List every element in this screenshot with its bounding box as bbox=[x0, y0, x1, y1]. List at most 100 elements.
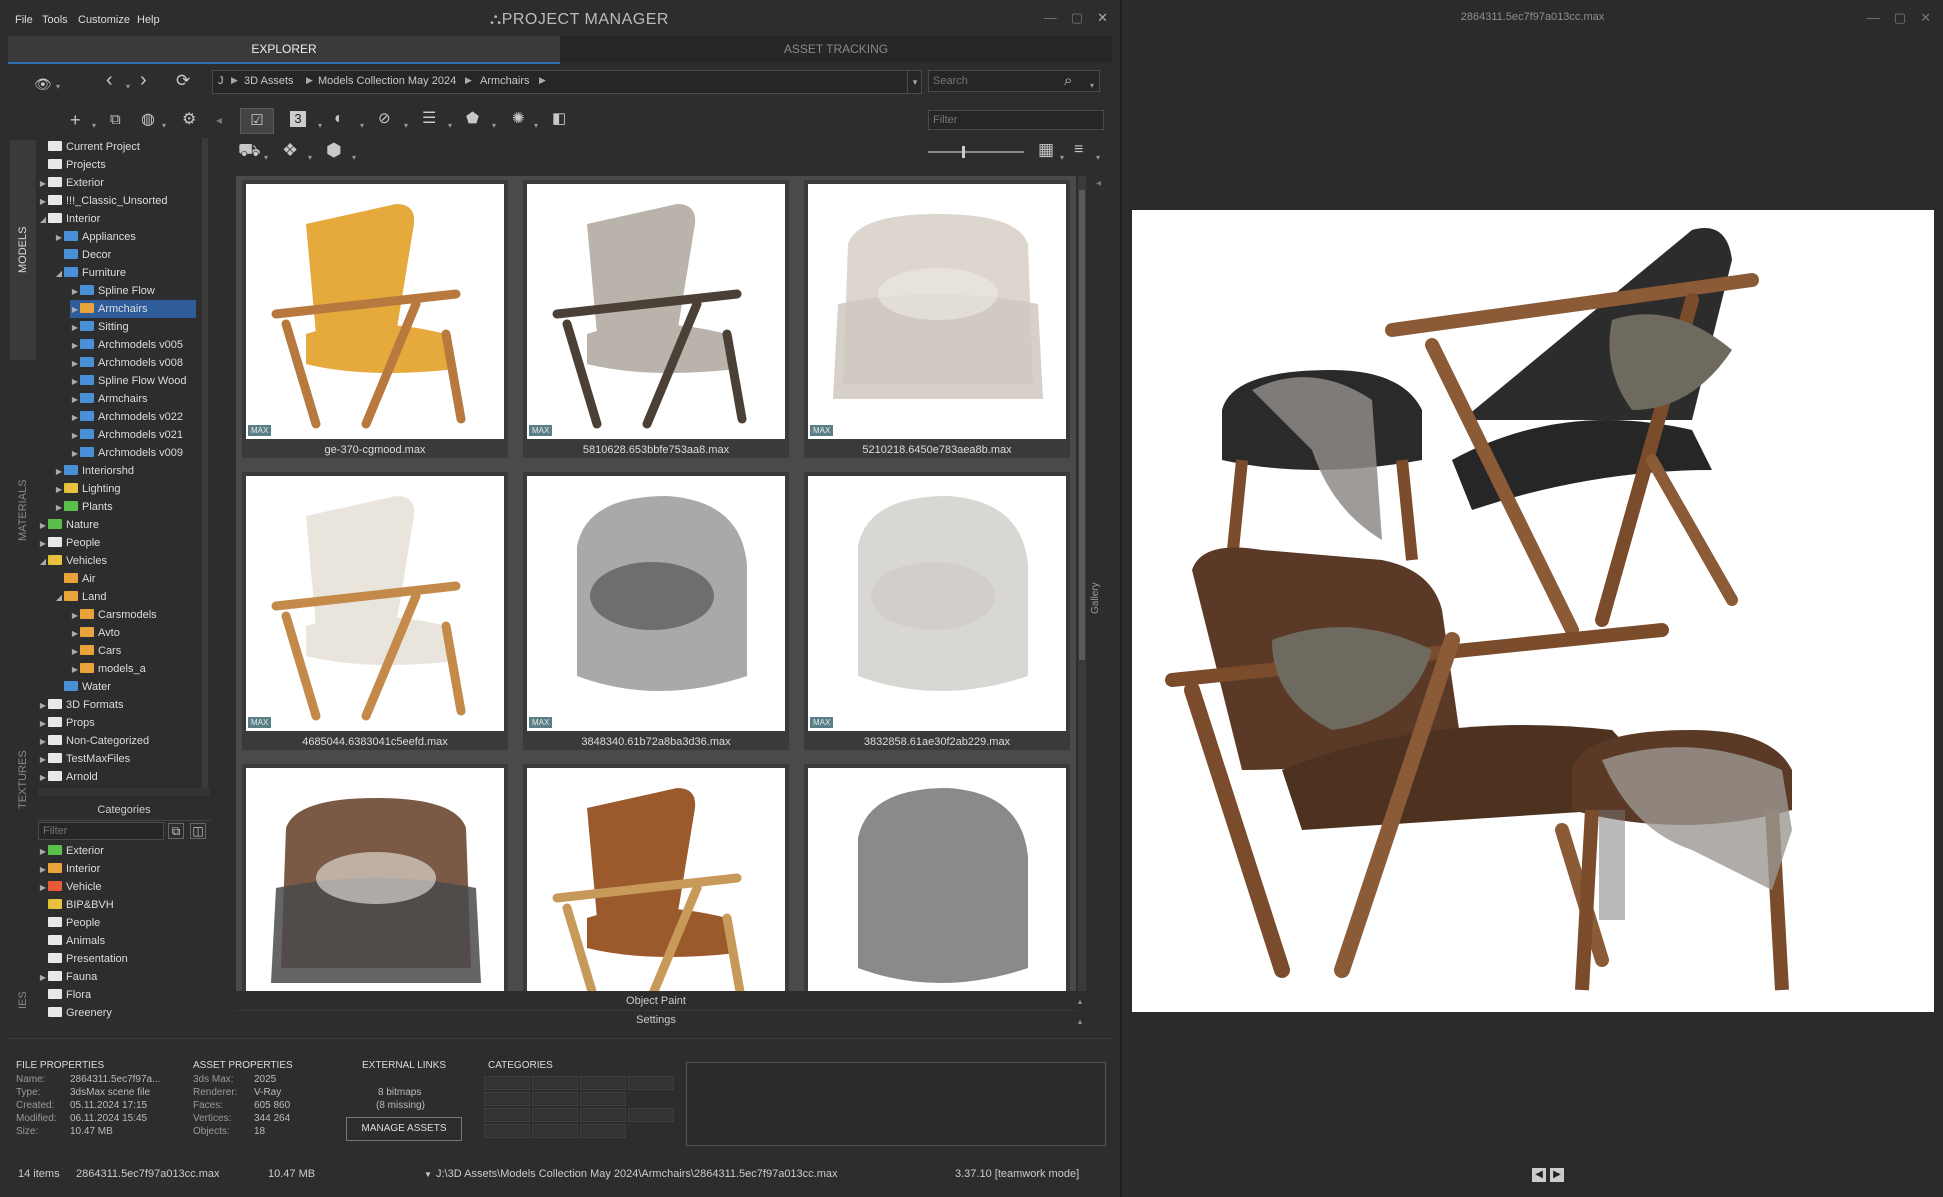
tree-item[interactable]: ▶ Carsmodels bbox=[70, 606, 157, 624]
category-item[interactable]: BIP&BVH bbox=[38, 896, 114, 914]
expand-arrow-icon[interactable]: ▶ bbox=[38, 175, 48, 193]
tree-item[interactable]: Current Project bbox=[38, 138, 140, 156]
categories-list[interactable]: ▶ Exterior ▶ Interior ▶ Vehicle BIP&BVH People A… bbox=[38, 842, 210, 1022]
chevron-up-icon[interactable]: ▴ bbox=[1078, 994, 1082, 1010]
expand-arrow-icon[interactable]: ▶ bbox=[38, 535, 48, 553]
asset-thumbnail[interactable] bbox=[808, 768, 1066, 991]
grid-scrollbar-thumb[interactable] bbox=[1079, 190, 1085, 660]
merge-icon[interactable]: ❖ bbox=[282, 141, 298, 159]
asset-card[interactable]: MAX 5810628.653bbfe753aa8.max bbox=[523, 180, 789, 458]
globe-icon[interactable]: ◍ bbox=[141, 112, 155, 128]
tree-item[interactable]: ▶ Avto bbox=[70, 624, 120, 642]
expand-arrow-icon[interactable]: ◢ bbox=[54, 265, 64, 283]
category-item[interactable]: Animals bbox=[38, 932, 105, 950]
chevron-down-icon[interactable]: ▾ bbox=[1060, 150, 1064, 166]
category-slot[interactable] bbox=[484, 1124, 530, 1138]
expand-arrow-icon[interactable]: ▶ bbox=[38, 969, 48, 987]
tree-item[interactable]: ▶ Archmodels v005 bbox=[70, 336, 183, 354]
tree-item[interactable]: Water bbox=[54, 678, 111, 696]
maximize-icon[interactable]: ▢ bbox=[1894, 10, 1906, 25]
tree-item[interactable]: ▶ Spline Flow Wood bbox=[70, 372, 186, 390]
tree-item[interactable]: Air bbox=[54, 570, 95, 588]
folder-tree[interactable]: Current Project Projects ▶ Exterior ▶ !!!_Cla… bbox=[38, 138, 210, 788]
expand-arrow-icon[interactable]: ▶ bbox=[70, 427, 80, 445]
category-slot[interactable] bbox=[484, 1108, 530, 1122]
asset-grid[interactable]: MAX ge-370-cgmood.max MAX 5810628.653bbfe75… bbox=[236, 176, 1076, 991]
frame-icon[interactable]: ◧ bbox=[552, 111, 566, 127]
asset-card[interactable]: MAX 5210218.6450e783aea8b.max bbox=[804, 180, 1070, 458]
expand-arrow-icon[interactable]: ▶ bbox=[54, 463, 64, 481]
expand-arrow-icon[interactable]: ▶ bbox=[70, 355, 80, 373]
asset-thumbnail[interactable] bbox=[808, 184, 1066, 439]
category-slot[interactable] bbox=[484, 1092, 530, 1106]
view-eye-icon[interactable]: 👁 bbox=[34, 76, 52, 92]
tree-item[interactable]: ▶ Interiorshd bbox=[54, 462, 134, 480]
category-item[interactable]: ▶ Exterior bbox=[38, 842, 104, 860]
list-view-icon[interactable]: ☰ bbox=[422, 111, 436, 127]
chevron-down-icon[interactable]: ▾ bbox=[360, 118, 364, 134]
tab-explorer[interactable]: EXPLORER bbox=[8, 36, 560, 64]
asset-card[interactable]: MAX ge-370-cgmood.max bbox=[242, 180, 508, 458]
new-window-icon[interactable]: ⧉ bbox=[110, 112, 121, 128]
chevron-down-icon[interactable]: ▼ bbox=[424, 1170, 432, 1179]
filter-input[interactable] bbox=[928, 110, 1104, 130]
tree-scrollbar[interactable] bbox=[202, 138, 208, 788]
chevron-down-icon[interactable]: ▾ bbox=[126, 79, 130, 95]
import-icon[interactable]: ⛟ bbox=[238, 141, 261, 159]
tree-item[interactable]: ▶ Armchairs bbox=[70, 390, 148, 408]
tree-item[interactable]: ▶ models_a bbox=[70, 660, 146, 678]
asset-card[interactable] bbox=[242, 764, 508, 991]
category-item[interactable]: ▶ Interior bbox=[38, 860, 100, 878]
category-item[interactable]: People bbox=[38, 914, 100, 932]
menu-file[interactable]: File bbox=[15, 14, 33, 26]
expand-arrow-icon[interactable]: ▶ bbox=[70, 661, 80, 679]
paste-icon[interactable]: ◫ bbox=[190, 823, 206, 839]
tree-item[interactable]: ▶ Exterior bbox=[38, 174, 104, 192]
chevron-down-icon[interactable]: ▾ bbox=[318, 118, 322, 134]
color-wheel-icon[interactable]: ✺ bbox=[512, 111, 525, 127]
expand-arrow-icon[interactable]: ▶ bbox=[38, 733, 48, 751]
expand-arrow-icon[interactable]: ▶ bbox=[70, 625, 80, 643]
tree-item[interactable]: ▶ Archmodels v021 bbox=[70, 426, 183, 444]
refresh-icon[interactable]: ⟳ bbox=[176, 72, 190, 89]
close-icon[interactable]: ✕ bbox=[1920, 10, 1931, 25]
previous-icon[interactable]: ◀ bbox=[1532, 1168, 1546, 1182]
expand-arrow-icon[interactable]: ◢ bbox=[38, 553, 48, 571]
category-slot[interactable] bbox=[580, 1124, 626, 1138]
expand-arrow-icon[interactable]: ▶ bbox=[70, 337, 80, 355]
expand-arrow-icon[interactable]: ◢ bbox=[54, 589, 64, 607]
category-item[interactable]: ▶ Fauna bbox=[38, 968, 97, 986]
object-paint-bar[interactable]: Object Paint bbox=[236, 992, 1076, 1011]
tree-item[interactable]: ◢ Furniture bbox=[54, 264, 126, 282]
category-item[interactable]: Flora bbox=[38, 986, 91, 1004]
expand-arrow-icon[interactable]: ▶ bbox=[70, 391, 80, 409]
breadcrumb[interactable]: J ▶ 3D Assets ▶ Models Collection May 20… bbox=[212, 70, 922, 94]
category-slot[interactable] bbox=[628, 1076, 674, 1090]
slider-handle[interactable] bbox=[962, 146, 965, 158]
tree-item[interactable]: ▶ Appliances bbox=[54, 228, 136, 246]
expand-arrow-icon[interactable]: ▶ bbox=[70, 319, 80, 337]
category-slot[interactable] bbox=[580, 1108, 626, 1122]
expand-arrow-icon[interactable]: ▶ bbox=[70, 373, 80, 391]
chevron-down-icon[interactable]: ▾ bbox=[264, 150, 268, 166]
expand-arrow-icon[interactable]: ▶ bbox=[38, 861, 48, 879]
tree-item[interactable]: ▶ TestMaxFiles bbox=[38, 750, 130, 768]
categories-filter-input[interactable] bbox=[38, 822, 164, 840]
asset-card[interactable]: MAX 3848340.61b72a8ba3d36.max bbox=[523, 472, 789, 750]
category-slot[interactable] bbox=[532, 1108, 578, 1122]
breadcrumb-dropdown-icon[interactable]: ▾ bbox=[907, 71, 922, 93]
side-tab-materials[interactable]: MATERIALS bbox=[10, 390, 36, 630]
chevron-down-icon[interactable]: ▾ bbox=[352, 150, 356, 166]
chevron-down-icon[interactable]: ▾ bbox=[56, 79, 60, 95]
tree-item[interactable]: ▶ Sitting bbox=[70, 318, 129, 336]
tag-icon[interactable]: ⬟ bbox=[466, 111, 479, 127]
sort-icon[interactable]: ≡ bbox=[1074, 142, 1083, 158]
minimize-icon[interactable]: — bbox=[1867, 10, 1880, 25]
shading-icon[interactable]: ◐ bbox=[334, 111, 344, 127]
asset-card[interactable] bbox=[523, 764, 789, 991]
tree-item[interactable]: ▶ Archmodels v008 bbox=[70, 354, 183, 372]
menu-help[interactable]: Help bbox=[137, 14, 160, 26]
tree-item[interactable]: ▶ People bbox=[38, 534, 100, 552]
asset-thumbnail[interactable] bbox=[246, 184, 504, 439]
expand-arrow-icon[interactable]: ▶ bbox=[38, 517, 48, 535]
